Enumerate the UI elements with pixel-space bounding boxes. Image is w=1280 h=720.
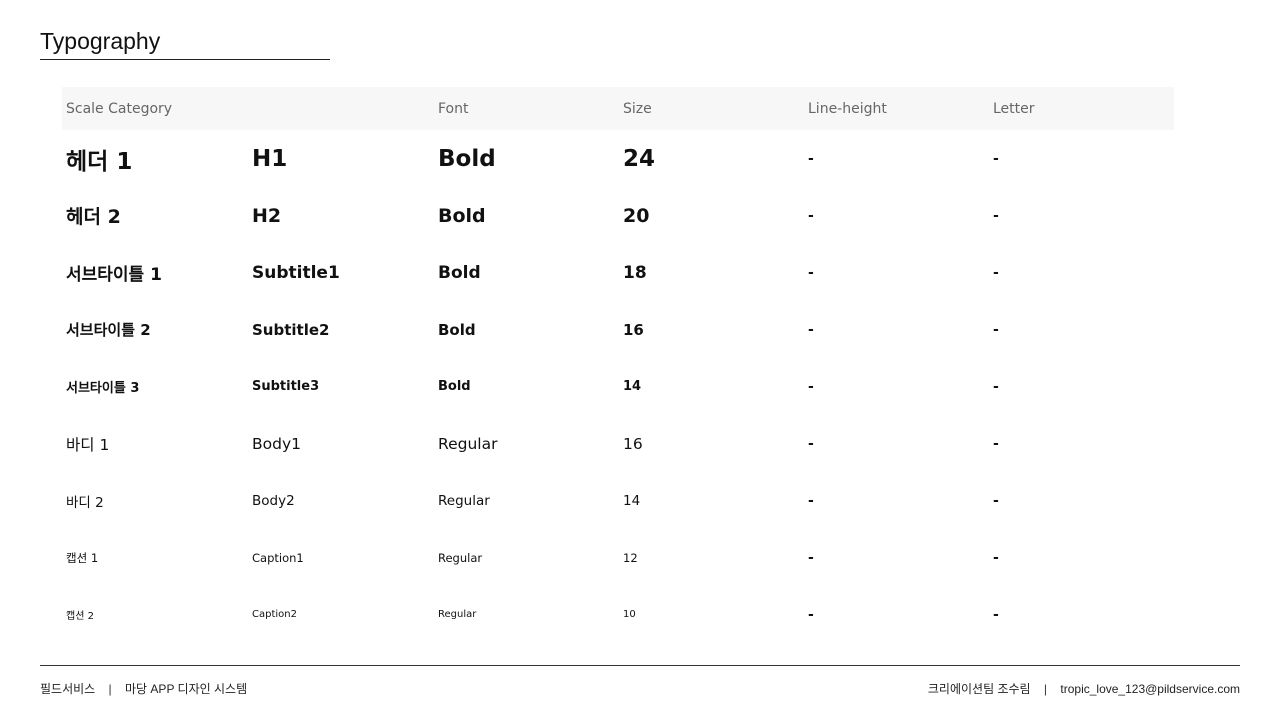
scale-size: 16 xyxy=(623,434,643,453)
scale-name: 서브타이틀 2 xyxy=(66,321,151,339)
scale-size: 24 xyxy=(623,145,656,172)
scale-name: 바디 2 xyxy=(66,494,104,511)
scale-letter: - xyxy=(993,435,999,452)
scale-name: 서브타이틀 3 xyxy=(66,381,140,396)
table-row: 바디 1 Body1 Regular 16 - - xyxy=(62,415,1174,472)
scale-font: Bold xyxy=(438,379,471,394)
header-font: Font xyxy=(438,101,469,117)
table-row: 헤더 2 H2 Bold 20 - - xyxy=(62,187,1174,244)
table-header: Scale Category Font Size Line-height Let… xyxy=(62,87,1174,130)
scale-size: 12 xyxy=(623,550,638,565)
scale-line-height: - xyxy=(808,435,814,452)
scale-line-height: - xyxy=(808,378,814,395)
scale-token: Caption2 xyxy=(252,609,297,620)
scale-size: 18 xyxy=(623,262,647,283)
scale-letter: - xyxy=(993,606,999,623)
header-scale-category: Scale Category xyxy=(66,101,173,117)
scale-font: Bold xyxy=(438,145,496,172)
header-line-height: Line-height xyxy=(808,101,887,117)
scale-token: Caption1 xyxy=(252,550,304,565)
page-title: Typography xyxy=(40,28,161,54)
header-letter: Letter xyxy=(993,101,1035,117)
scale-name: 바디 1 xyxy=(66,435,110,454)
scale-font: Bold xyxy=(438,262,481,283)
scale-size: 20 xyxy=(623,204,650,227)
footer-author: 크리에이션팀 조수림 xyxy=(927,682,1031,696)
scale-token: Subtitle1 xyxy=(252,262,340,283)
footer-separator: | xyxy=(108,682,112,696)
scale-token: Body2 xyxy=(252,492,295,509)
scale-font: Regular xyxy=(438,609,477,620)
scale-name: 캡션 1 xyxy=(66,550,99,565)
scale-letter: - xyxy=(993,378,999,395)
footer-email: tropic_love_123@pildservice.com xyxy=(1060,682,1240,696)
footer-project: 마당 APP 디자인 시스템 xyxy=(125,682,248,696)
scale-size: 16 xyxy=(623,320,644,339)
footer-divider xyxy=(40,665,1240,666)
scale-letter: - xyxy=(993,549,999,566)
footer-right: 크리에이션팀 조수림 | tropic_love_123@pildservice… xyxy=(928,680,1240,698)
table-row: 서브타이틀 2 Subtitle2 Bold 16 - - xyxy=(62,301,1174,358)
header-size: Size xyxy=(623,101,652,117)
scale-size: 14 xyxy=(623,379,642,394)
table-row: 캡션 2 Caption2 Regular 10 - - xyxy=(62,586,1174,643)
scale-line-height: - xyxy=(808,150,814,167)
scale-token: H1 xyxy=(252,145,288,172)
scale-font: Regular xyxy=(438,550,483,565)
scale-size: 14 xyxy=(623,492,641,509)
scale-line-height: - xyxy=(808,207,814,224)
title-underline xyxy=(40,59,330,60)
scale-token: Body1 xyxy=(252,434,301,453)
footer-left: 필드서비스 | 마당 APP 디자인 시스템 xyxy=(40,680,247,698)
table-row: 바디 2 Body2 Regular 14 - - xyxy=(62,472,1174,529)
scale-line-height: - xyxy=(808,549,814,566)
scale-font: Regular xyxy=(438,492,490,509)
scale-name: 캡션 2 xyxy=(66,611,94,622)
scale-name: 헤더 2 xyxy=(66,206,121,228)
scale-size: 10 xyxy=(623,609,636,620)
scale-letter: - xyxy=(993,321,999,338)
table-row: 서브타이틀 3 Subtitle3 Bold 14 - - xyxy=(62,358,1174,415)
scale-name: 서브타이틀 1 xyxy=(66,265,162,285)
scale-font: Bold xyxy=(438,320,476,339)
footer-separator: | xyxy=(1043,682,1048,696)
scale-font: Bold xyxy=(438,204,486,227)
scale-letter: - xyxy=(993,264,999,281)
scale-token: Subtitle3 xyxy=(252,379,320,394)
scale-token: H2 xyxy=(252,204,282,227)
typography-table: Scale Category Font Size Line-height Let… xyxy=(62,87,1174,643)
scale-font: Regular xyxy=(438,434,498,453)
scale-line-height: - xyxy=(808,606,814,623)
scale-line-height: - xyxy=(808,264,814,281)
scale-letter: - xyxy=(993,150,999,167)
scale-name: 헤더 1 xyxy=(66,148,133,175)
table-row: 서브타이틀 1 Subtitle1 Bold 18 - - xyxy=(62,244,1174,301)
scale-token: Subtitle2 xyxy=(252,320,330,339)
scale-line-height: - xyxy=(808,321,814,338)
table-row: 헤더 1 H1 Bold 24 - - xyxy=(62,130,1174,187)
scale-letter: - xyxy=(993,492,999,509)
scale-line-height: - xyxy=(808,492,814,509)
table-row: 캡션 1 Caption1 Regular 12 - - xyxy=(62,529,1174,586)
footer-company: 필드서비스 xyxy=(40,682,96,696)
scale-letter: - xyxy=(993,207,999,224)
